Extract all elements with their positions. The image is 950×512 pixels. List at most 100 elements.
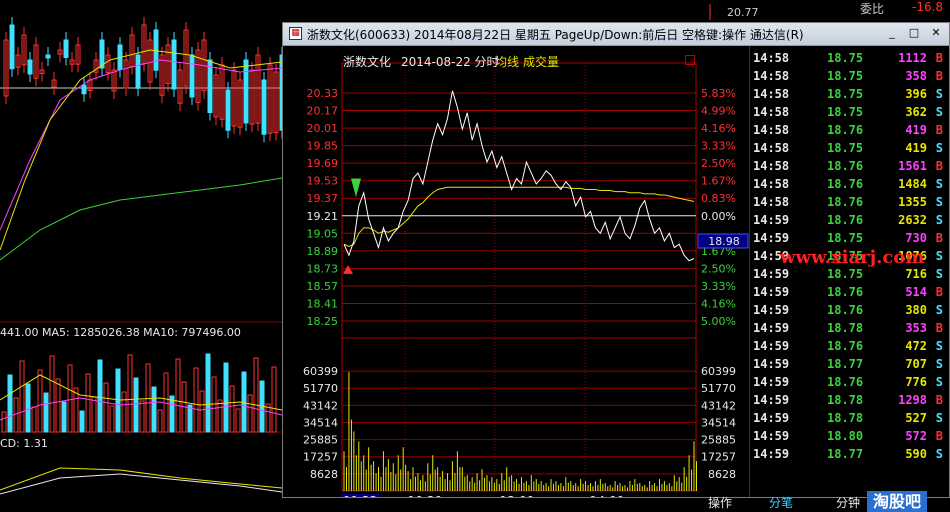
tick-price: 18.78 — [827, 321, 864, 335]
tick-row[interactable]: 14:58 18.76 419 B — [749, 122, 949, 140]
volume-bar — [145, 363, 151, 433]
avg-price-line — [343, 186, 695, 248]
window-titlebar[interactable]: ▦ 浙数文化(600633) 2014年08月22日 星期五 PageUp/Do… — [283, 23, 949, 46]
volume-bar — [103, 382, 109, 433]
tick-row[interactable]: 14:58 18.76 1561 B — [749, 158, 949, 176]
volume-bar — [19, 360, 25, 433]
tick-row[interactable]: 14:59 18.75 716 S — [749, 266, 949, 284]
tick-row[interactable]: 14:59 18.78 1298 B — [749, 392, 949, 410]
volume-tick-label: 60399 — [303, 365, 338, 378]
tick-volume: 590 — [905, 447, 927, 461]
tick-row[interactable]: 14:58 18.76 1355 S — [749, 194, 949, 212]
candle — [135, 54, 141, 89]
tick-side: S — [935, 177, 943, 191]
tick-row[interactable]: 14:59 18.76 776 S — [749, 374, 949, 392]
volume-bar — [121, 391, 127, 433]
tick-row[interactable]: 14:59 18.76 472 S — [749, 338, 949, 356]
tick-volume: 1355 — [898, 195, 927, 209]
volume-bar — [85, 373, 91, 433]
tick-side: B — [935, 321, 943, 335]
intraday-chart-area[interactable]: 20.33 5.83% 20.17 4.99% 20.01 4.16% 19.85 3.33%… — [283, 46, 949, 512]
volume-bar — [223, 362, 229, 433]
price-tick-label: 18.41 — [307, 297, 339, 310]
tick-row[interactable]: 14:59 18.78 353 B — [749, 320, 949, 338]
price-tick-label: 18.89 — [307, 245, 339, 258]
price-tick-label: 19.85 — [307, 140, 339, 153]
tick-price: 18.76 — [827, 123, 864, 137]
tick-row[interactable]: 14:58 18.75 358 B — [749, 68, 949, 86]
tick-row[interactable]: 14:58 18.75 396 S — [749, 86, 949, 104]
volume-tick-label: 51770 — [303, 382, 338, 395]
volume-tick-label-right: 51770 — [701, 382, 736, 395]
tick-side: S — [935, 375, 943, 389]
tick-price: 18.76 — [827, 213, 864, 227]
tick-list[interactable]: 14:58 18.75 1112 B 14:58 18.75 358 B 14:58 18.75 3… — [749, 46, 949, 497]
chart-frame — [341, 62, 697, 492]
tick-row[interactable]: 14:59 18.77 707 S — [749, 356, 949, 374]
tab-ticks[interactable]: 分笔 — [769, 494, 793, 511]
tick-volume: 2632 — [898, 213, 927, 227]
macd-line — [0, 467, 283, 491]
tick-side: S — [935, 141, 943, 155]
tick-volume: 1298 — [898, 393, 927, 407]
tick-row[interactable]: 14:59 18.76 380 S — [749, 302, 949, 320]
tick-price: 18.76 — [827, 285, 864, 299]
candle — [225, 89, 231, 131]
price-tick-label: 20.01 — [307, 122, 339, 135]
price-line — [343, 90, 695, 262]
volume-bar — [55, 378, 61, 433]
tick-price: 18.77 — [827, 357, 864, 371]
tick-row[interactable]: 14:59 18.80 572 B — [749, 428, 949, 446]
tick-side: S — [935, 249, 943, 263]
minimize-button[interactable]: _ — [885, 27, 899, 40]
ma-line-green — [0, 177, 283, 261]
tick-time: 14:58 — [753, 177, 790, 191]
tick-time: 14:59 — [753, 357, 790, 371]
volume-tick-label: 25885 — [303, 434, 338, 447]
volume-bar — [205, 353, 211, 433]
pct-tick-label: 4.99% — [701, 105, 736, 118]
restore-button[interactable]: □ — [907, 27, 921, 40]
tick-row[interactable]: 14:59 18.75 730 B — [749, 230, 949, 248]
tick-row[interactable]: 14:59 18.78 527 S — [749, 410, 949, 428]
tick-row[interactable]: 14:59 18.77 590 S — [749, 446, 949, 464]
tick-row[interactable]: 14:58 18.76 1484 S — [749, 176, 949, 194]
stock-name: 浙数文化 — [343, 55, 392, 69]
top-right-value: -16.8 — [912, 0, 944, 14]
volume-tick-label-right: 17257 — [701, 451, 736, 464]
volume-bar — [7, 374, 13, 433]
avg-line-label: 均线 — [495, 55, 520, 69]
volume-bar — [127, 354, 133, 433]
tick-price: 18.80 — [827, 429, 864, 443]
tick-row[interactable]: 14:58 18.75 419 S — [749, 140, 949, 158]
volume-header: 441.00 MA5: 1285026.38 MA10: 797496.00 — [0, 326, 241, 339]
tick-time: 14:58 — [753, 105, 790, 119]
tick-time: 14:58 — [753, 159, 790, 173]
volume-bar — [217, 399, 223, 433]
candle — [261, 79, 267, 135]
tick-row[interactable]: 14:58 18.75 362 S — [749, 104, 949, 122]
candle — [171, 39, 177, 90]
candle — [9, 24, 15, 70]
tick-volume: 1484 — [898, 177, 927, 191]
tick-price: 18.76 — [827, 339, 864, 353]
close-button[interactable]: ✕ — [929, 27, 943, 40]
tab-operations[interactable]: 操作 — [708, 494, 732, 511]
volume-bar — [247, 394, 253, 433]
candle — [63, 39, 69, 58]
tick-row[interactable]: 14:58 18.75 1112 B — [749, 50, 949, 68]
volume-tick-label-right: 43142 — [701, 399, 736, 412]
tick-volume: 353 — [905, 321, 927, 335]
tick-row[interactable]: 14:59 18.76 2632 S — [749, 212, 949, 230]
chart-minimize-icon[interactable] — [685, 55, 695, 65]
tick-volume: 358 — [905, 69, 927, 83]
intraday-chart[interactable]: 20.33 5.83% 20.17 4.99% 20.01 4.16% 19.85 3.33%… — [283, 46, 749, 497]
tick-row[interactable]: 14:59 18.76 514 B — [749, 284, 949, 302]
tick-volume: 572 — [905, 429, 927, 443]
volume-bar — [61, 401, 67, 433]
tick-side: S — [935, 357, 943, 371]
tab-minutes[interactable]: 分钟 — [836, 494, 860, 511]
tick-price: 18.75 — [827, 231, 864, 245]
tick-panel-border — [749, 46, 750, 497]
tick-time: 14:59 — [753, 447, 790, 461]
